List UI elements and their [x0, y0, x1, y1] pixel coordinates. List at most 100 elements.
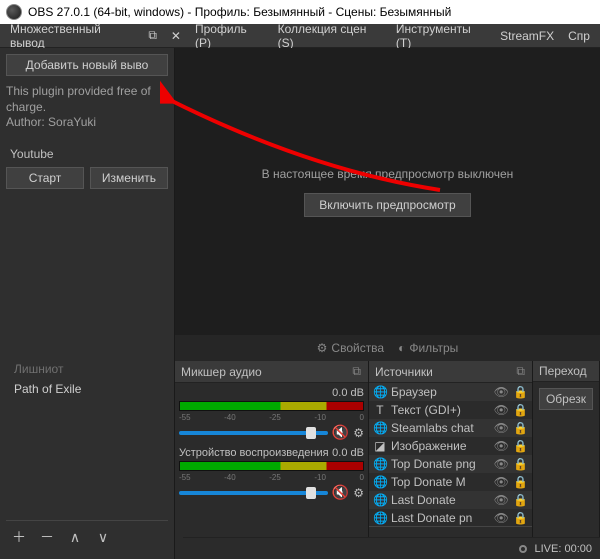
menu-streamfx[interactable]: StreamFX — [494, 27, 560, 45]
dock-grip-icon[interactable]: ⧉ — [352, 364, 362, 379]
output-youtube-label: Youtube — [6, 147, 168, 161]
menu-multiout[interactable]: Множественный вывод — [4, 20, 140, 52]
lock-toggle-icon[interactable]: 🔒 — [513, 457, 528, 471]
statusbar: LIVE: 00:00 — [183, 537, 600, 559]
properties-label: Свойства — [331, 341, 384, 355]
visibility-toggle-icon[interactable]: 👁 — [494, 403, 509, 417]
menu-tools[interactable]: Инструменты (T) — [390, 20, 492, 52]
visibility-toggle-icon[interactable]: 👁 — [494, 439, 509, 453]
source-name: Top Donate M — [391, 475, 490, 489]
source-type-icon: 🌐 — [373, 385, 387, 399]
source-type-icon: 🌐 — [373, 475, 387, 489]
mixer-header[interactable]: Микшер аудио ⧉ — [175, 361, 368, 383]
scene-item[interactable]: Лишниот — [10, 359, 164, 379]
plugin-line1: This plugin provided free of charge. — [6, 84, 168, 115]
gear-icon: ⚙ — [317, 341, 328, 355]
source-type-icon: 🌐 — [373, 421, 387, 435]
lock-toggle-icon[interactable]: 🔒 — [513, 493, 528, 507]
transitions-header[interactable]: Переход — [533, 361, 599, 382]
mute-icon[interactable]: 🔇 — [332, 484, 349, 501]
lock-toggle-icon[interactable]: 🔒 — [513, 475, 528, 489]
properties-button[interactable]: ⚙ Свойства — [317, 341, 384, 355]
volume-slider[interactable] — [179, 491, 328, 495]
scene-list: Лишниот Path of Exile — [6, 355, 168, 520]
source-row[interactable]: 🌐Top Donate png👁🔒 — [369, 455, 532, 473]
source-type-icon: 🌐 — [373, 493, 387, 507]
menu-scene-collection[interactable]: Коллекция сцен (S) — [272, 20, 388, 52]
source-name: Изображение — [391, 439, 490, 453]
channel-name: Устройство воспроизведения — [179, 447, 332, 459]
source-name: Браузер — [391, 385, 490, 399]
sources-panel: Источники ⧉ 🌐Браузер👁🔒TТекст (GDI+)👁🔒🌐St… — [369, 361, 533, 559]
dock-popout-icon[interactable]: ⧉ — [142, 26, 163, 45]
sources-header[interactable]: Источники ⧉ — [369, 361, 532, 383]
start-button[interactable]: Старт — [6, 167, 84, 189]
vu-meter — [179, 461, 364, 471]
dock-close-icon[interactable]: ✕ — [165, 27, 187, 45]
plugin-info: This plugin provided free of charge. Aut… — [6, 84, 168, 131]
transitions-panel: Переход Обрезк — [533, 361, 600, 559]
visibility-toggle-icon[interactable]: 👁 — [494, 385, 509, 399]
channel-db: 0.0 dB — [332, 447, 364, 459]
edit-button[interactable]: Изменить — [90, 167, 168, 189]
visibility-toggle-icon[interactable]: 👁 — [494, 493, 509, 507]
lock-toggle-icon[interactable]: 🔒 — [513, 439, 528, 453]
source-row[interactable]: 🌐 Браузер 👁 🔒 — [369, 383, 532, 401]
source-type-icon: 🌐 — [373, 511, 387, 525]
transition-select[interactable]: Обрезк — [539, 388, 593, 410]
obs-logo-icon — [6, 4, 22, 20]
vu-meter — [179, 401, 364, 411]
visibility-toggle-icon[interactable]: 👁 — [494, 421, 509, 435]
scene-item[interactable]: Path of Exile — [10, 379, 164, 399]
visibility-toggle-icon[interactable]: 👁 — [494, 457, 509, 471]
scene-toolbar: ＋ － ∧ ∨ — [6, 520, 168, 553]
lock-toggle-icon[interactable]: 🔒 — [513, 385, 528, 399]
lock-toggle-icon[interactable]: 🔒 — [513, 511, 528, 525]
source-type-icon: ◪ — [373, 439, 387, 453]
volume-slider[interactable] — [179, 431, 328, 435]
channel-settings-icon[interactable]: ⚙ — [353, 486, 364, 500]
channel-settings-icon[interactable]: ⚙ — [353, 426, 364, 440]
remove-scene-icon[interactable]: － — [36, 527, 58, 547]
source-row[interactable]: ◪ Изображение 👁 🔒 — [369, 437, 532, 455]
transitions-title: Переход — [539, 364, 587, 378]
source-type-icon: T — [373, 403, 387, 417]
mixer-channel: Устройство воспроизведения 0.0 dB -55-40… — [179, 447, 364, 501]
menu-help[interactable]: Спр — [562, 27, 596, 45]
dock-grip-icon[interactable]: ⧉ — [516, 364, 526, 379]
source-row[interactable]: TТекст (GDI+)👁🔒 — [369, 401, 532, 419]
live-dot-icon — [519, 545, 527, 553]
enable-preview-button[interactable]: Включить предпросмотр — [304, 193, 470, 217]
visibility-toggle-icon[interactable]: 👁 — [494, 475, 509, 489]
sources-title: Источники — [375, 365, 433, 379]
filters-label: Фильтры — [409, 341, 458, 355]
source-row[interactable]: 🌐 Last Donate 👁 🔒 — [369, 491, 532, 509]
source-row[interactable]: 🌐 Last Donate pn 👁 🔒 — [369, 509, 532, 526]
source-type-icon: 🌐 — [373, 457, 387, 471]
meter-scale: -55-40-25-100 — [179, 473, 364, 482]
lock-toggle-icon[interactable]: 🔒 — [513, 403, 528, 417]
scene-up-icon[interactable]: ∧ — [64, 527, 86, 547]
source-name: Last Donate pn — [391, 511, 490, 525]
source-name: Steamlabs chat — [391, 421, 490, 435]
menu-profile[interactable]: Профиль (P) — [189, 20, 270, 52]
plugin-line2: Author: SoraYuki — [6, 115, 168, 131]
filter-icon: ◐ — [398, 341, 405, 355]
multiout-dock: Добавить новый выво This plugin provided… — [0, 48, 175, 559]
mixer-panel: Микшер аудио ⧉ 0.0 dB -55-40-25-100 — [175, 361, 369, 559]
source-name: Last Donate — [391, 493, 490, 507]
mixer-channel: 0.0 dB -55-40-25-100 🔇 ⚙ — [179, 387, 364, 441]
visibility-toggle-icon[interactable]: 👁 — [494, 511, 509, 525]
lock-toggle-icon[interactable]: 🔒 — [513, 421, 528, 435]
window-title: OBS 27.0.1 (64-bit, windows) - Профиль: … — [28, 5, 451, 19]
filters-button[interactable]: ◐ Фильтры — [398, 341, 458, 355]
mixer-title: Микшер аудио — [181, 365, 262, 379]
preview-disabled-text: В настоящее время предпросмотр выключен — [262, 167, 514, 181]
add-output-button[interactable]: Добавить новый выво — [6, 54, 168, 76]
meter-scale: -55-40-25-100 — [179, 413, 364, 422]
source-row[interactable]: 🌐 Top Donate M 👁 🔒 — [369, 473, 532, 491]
mute-icon[interactable]: 🔇 — [332, 424, 349, 441]
source-row[interactable]: 🌐 Steamlabs chat 👁 🔒 — [369, 419, 532, 437]
scene-down-icon[interactable]: ∨ — [92, 527, 114, 547]
add-scene-icon[interactable]: ＋ — [8, 527, 30, 547]
